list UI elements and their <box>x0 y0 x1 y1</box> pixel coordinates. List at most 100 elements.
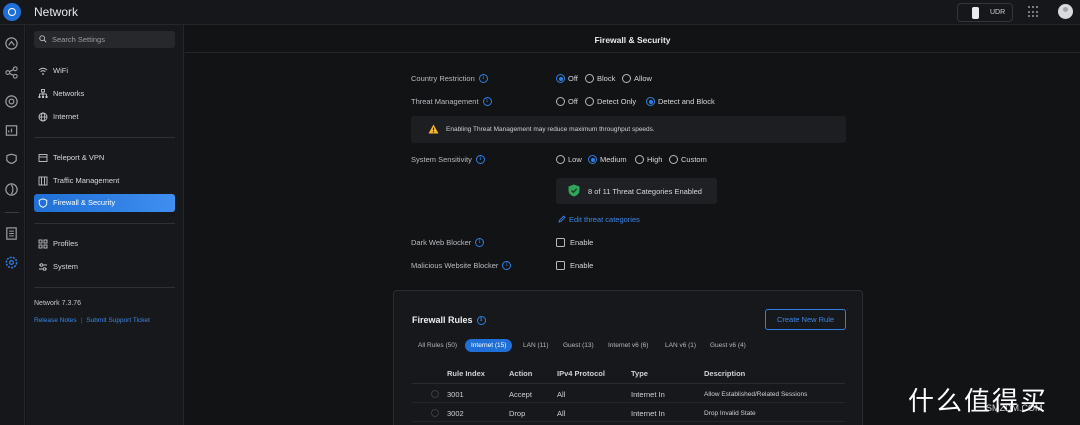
country-restriction-label: Country Restriction <box>411 74 475 83</box>
firewall-rules-title: Firewall Rules <box>412 315 486 325</box>
sidebar-divider <box>34 137 175 138</box>
info-icon[interactable] <box>502 261 512 270</box>
sidebar-item-label: Teleport & VPN <box>53 153 105 162</box>
networks-icon <box>38 89 48 98</box>
country-restriction-row: Country Restriction <box>411 74 488 83</box>
column-header[interactable]: Action <box>509 369 532 378</box>
devices-icon[interactable] <box>4 94 19 109</box>
country-restriction-off-radio[interactable]: Off <box>556 74 578 83</box>
dark-web-blocker-checkbox[interactable]: Enable <box>556 238 593 247</box>
firewall-rules-card: Firewall Rules Create New Rule All Rules… <box>393 290 863 425</box>
threat-management-detect-block-radio[interactable]: Detect and Block <box>646 97 715 106</box>
system-sensitivity-row: System Sensitivity <box>411 155 485 164</box>
profiles-icon <box>38 239 48 249</box>
malicious-website-blocker-checkbox[interactable]: Enable <box>556 261 593 270</box>
column-header[interactable]: Description <box>704 369 745 378</box>
left-rail <box>0 25 25 425</box>
row-info-icon[interactable] <box>431 390 439 398</box>
apps-grid-icon[interactable] <box>1028 6 1040 18</box>
tab-internet-v6[interactable]: Internet v6 (6) <box>602 339 654 352</box>
logs-icon[interactable] <box>4 226 19 241</box>
globe-icon <box>38 112 48 122</box>
sidebar-item-label: Networks <box>53 89 85 98</box>
sidebar-item-traffic-management[interactable]: Traffic Management <box>34 172 175 190</box>
table-row[interactable]: 3002 Drop All Internet In Drop Invalid S… <box>412 404 845 422</box>
tab-lan[interactable]: LAN (11) <box>517 339 555 352</box>
tab-lan-v6[interactable]: LAN v6 (1) <box>659 339 702 352</box>
sidebar-item-firewall-security[interactable]: Firewall & Security <box>34 194 175 212</box>
tab-internet[interactable]: Internet (15) <box>465 339 513 352</box>
settings-gear-icon[interactable] <box>4 255 19 270</box>
main-header: Firewall & Security <box>185 25 1080 53</box>
user-avatar[interactable] <box>1058 4 1073 19</box>
app-title: Network <box>34 5 79 19</box>
tab-guest[interactable]: Guest (13) <box>557 339 600 352</box>
radio-dot <box>646 97 655 106</box>
info-icon[interactable] <box>475 238 485 247</box>
edit-threat-categories-link[interactable]: Edit threat categories <box>558 215 640 224</box>
table-row[interactable]: 3001 Accept All Internet In Allow Establ… <box>412 385 845 403</box>
table-cell: Internet In <box>631 390 665 399</box>
protect-icon[interactable] <box>4 182 19 197</box>
radio-dot <box>556 74 565 83</box>
clients-icon[interactable] <box>4 123 19 138</box>
column-header[interactable]: Rule Index <box>447 369 485 378</box>
sidebar-item-wifi[interactable]: WiFi <box>34 62 175 80</box>
country-restriction-allow-radio[interactable]: Allow <box>622 74 652 83</box>
sidebar-item-label: Internet <box>53 112 79 121</box>
radio-dot <box>622 74 631 83</box>
table-cell: Drop <box>509 409 526 418</box>
country-restriction-block-radio[interactable]: Block <box>585 74 615 83</box>
table-cell: Accept <box>509 390 532 399</box>
row-info-icon[interactable] <box>431 409 439 417</box>
shield-check-icon <box>568 184 580 197</box>
column-header[interactable]: Type <box>631 369 648 378</box>
table-cell: Internet In <box>631 409 665 418</box>
sensitivity-medium-radio[interactable]: Medium <box>588 155 627 164</box>
sidebar-item-networks[interactable]: Networks <box>34 85 175 103</box>
create-new-rule-button[interactable]: Create New Rule <box>765 309 846 330</box>
main-panel: Firewall & Security Country Restriction … <box>185 25 1080 425</box>
sensitivity-high-radio[interactable]: High <box>635 155 662 164</box>
column-header[interactable]: IPv4 Protocol <box>557 369 605 378</box>
unifi-logo-icon[interactable] <box>3 3 21 21</box>
device-selector[interactable]: UDR <box>957 3 1013 22</box>
search-input[interactable]: Search Settings <box>34 31 175 48</box>
radio-dot <box>556 97 565 106</box>
sidebar-item-internet[interactable]: Internet <box>34 108 175 126</box>
system-icon <box>39 263 47 271</box>
dashboard-icon[interactable] <box>4 36 19 51</box>
info-icon[interactable] <box>482 97 492 106</box>
insights-icon[interactable] <box>4 152 19 167</box>
checkbox-box <box>556 261 565 270</box>
shield-icon <box>38 198 48 208</box>
threat-management-detect-only-radio[interactable]: Detect Only <box>585 97 636 106</box>
sensitivity-low-radio[interactable]: Low <box>556 155 582 164</box>
tab-guest-v6[interactable]: Guest v6 (4) <box>704 339 752 352</box>
info-icon[interactable] <box>475 155 485 164</box>
table-cell: 3002 <box>447 409 464 418</box>
tab-all-rules[interactable]: All Rules (50) <box>412 339 463 352</box>
app-version: Network 7.3.76 <box>34 300 82 307</box>
system-sensitivity-label: System Sensitivity <box>411 155 472 164</box>
table-cell: All <box>557 409 566 418</box>
search-placeholder: Search Settings <box>52 35 105 44</box>
topology-icon[interactable] <box>4 65 19 80</box>
info-icon[interactable] <box>476 316 486 325</box>
sidebar-item-system[interactable]: System <box>34 258 175 276</box>
info-icon[interactable] <box>478 74 488 83</box>
sidebar-item-profiles[interactable]: Profiles <box>34 235 175 253</box>
dark-web-blocker-label: Dark Web Blocker <box>411 238 472 247</box>
watermark-subtext: SMZDM.COM <box>986 403 1043 413</box>
table-cell: Drop Invalid State <box>704 410 756 417</box>
device-label: UDR <box>990 9 1006 16</box>
sidebar-divider <box>34 223 175 224</box>
settings-sidebar: Search Settings WiFi Networks Internet T… <box>26 25 184 425</box>
threat-categories-summary: 8 of 11 Threat Categories Enabled <box>556 178 717 204</box>
release-notes-link[interactable]: Release Notes <box>34 317 77 324</box>
sensitivity-custom-radio[interactable]: Custom <box>669 155 707 164</box>
support-ticket-link[interactable]: Submit Support Ticket <box>86 317 150 324</box>
threat-management-label: Threat Management <box>411 97 479 106</box>
threat-management-off-radio[interactable]: Off <box>556 97 578 106</box>
sidebar-item-teleport-vpn[interactable]: Teleport & VPN <box>34 149 175 167</box>
